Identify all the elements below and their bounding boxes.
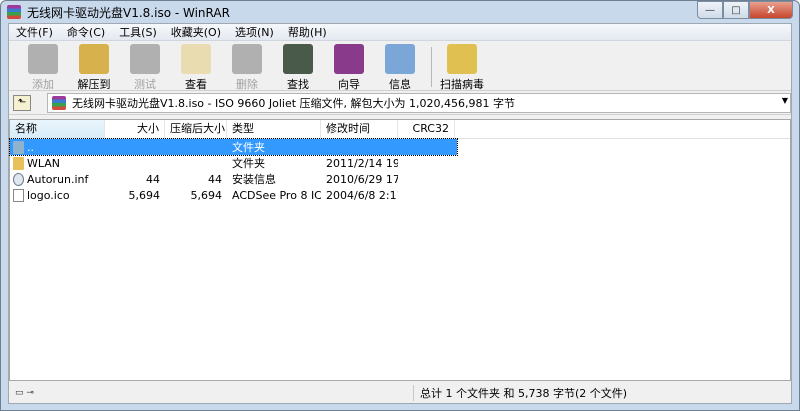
test-button[interactable]: 测试 bbox=[123, 44, 167, 92]
status-bar: ▭ ⊸ 总计 1 个文件夹 和 5,738 字节(2 个文件) bbox=[9, 383, 791, 403]
minimize-button[interactable]: — bbox=[697, 1, 723, 19]
info-icon bbox=[385, 44, 415, 74]
file-list: 名称 大小 压缩后大小 类型 修改时间 CRC32 .. 文件夹 WLAN 文件… bbox=[9, 119, 791, 381]
address-bar: ⬑ 无线网卡驱动光盘V1.8.iso - ISO 9660 Joliet 压缩文… bbox=[9, 91, 791, 115]
column-name[interactable]: 名称 bbox=[10, 120, 105, 138]
wizard-label: 向导 bbox=[338, 78, 360, 91]
file-icon bbox=[13, 172, 24, 186]
info-button[interactable]: 信息 bbox=[378, 44, 422, 92]
scan-virus-icon bbox=[447, 44, 477, 74]
file-modified: 2004/6/8 2:11 bbox=[326, 188, 398, 202]
winrar-window: 无线网卡驱动光盘V1.8.iso - WinRAR — □ X 文件(F) 命令… bbox=[0, 0, 800, 411]
view-button[interactable]: 查看 bbox=[174, 44, 218, 92]
folder-icon bbox=[13, 140, 24, 154]
title-bar: 无线网卡驱动光盘V1.8.iso - WinRAR bbox=[7, 1, 799, 23]
path-field[interactable]: 无线网卡驱动光盘V1.8.iso - ISO 9660 Joliet 压缩文件,… bbox=[47, 92, 791, 113]
scan-virus-label: 扫描病毒 bbox=[440, 78, 484, 91]
file-name: Autorun.inf bbox=[27, 172, 89, 186]
column-packed[interactable]: 压缩后大小 bbox=[165, 120, 227, 138]
file-type: ACDSee Pro 8 IC... bbox=[232, 188, 321, 202]
find-button[interactable]: 查找 bbox=[276, 44, 320, 92]
add-button[interactable]: 添加 bbox=[21, 44, 65, 92]
scan-virus-button[interactable]: 扫描病毒 bbox=[440, 44, 484, 92]
file-type: 文件夹 bbox=[232, 141, 265, 154]
test-label: 测试 bbox=[134, 78, 156, 91]
extract-to-icon bbox=[79, 44, 109, 74]
find-label: 查找 bbox=[287, 78, 309, 91]
file-packed-size: 44 bbox=[208, 172, 222, 186]
delete-icon bbox=[232, 44, 262, 74]
menu-favorites[interactable]: 收藏夹(O) bbox=[164, 24, 228, 40]
delete-button[interactable]: 删除 bbox=[225, 44, 269, 92]
menu-commands[interactable]: 命令(C) bbox=[60, 24, 112, 40]
folder-icon bbox=[13, 156, 24, 170]
file-size: 44 bbox=[146, 172, 160, 186]
column-type[interactable]: 类型 bbox=[227, 120, 321, 138]
file-size: 5,694 bbox=[128, 188, 161, 202]
maximize-button[interactable]: □ bbox=[723, 1, 749, 19]
file-row[interactable]: WLAN 文件夹 2011/2/14 19... bbox=[10, 155, 790, 171]
archive-icon bbox=[52, 95, 66, 110]
view-label: 查看 bbox=[185, 78, 207, 91]
file-name: WLAN bbox=[27, 156, 61, 170]
toolbar-separator bbox=[431, 47, 432, 87]
file-row[interactable]: Autorun.inf 44 44 安装信息 2010/6/29 17... bbox=[10, 171, 790, 187]
menu-bar: 文件(F) 命令(C) 工具(S) 收藏夹(O) 选项(N) 帮助(H) bbox=[9, 24, 791, 41]
winrar-app-icon bbox=[7, 5, 21, 19]
column-size[interactable]: 大小 bbox=[105, 120, 165, 138]
wizard-icon bbox=[334, 44, 364, 74]
info-label: 信息 bbox=[389, 78, 411, 91]
column-modified[interactable]: 修改时间 bbox=[321, 120, 398, 138]
add-label: 添加 bbox=[32, 78, 54, 91]
drive-key-icons: ▭ ⊸ bbox=[15, 388, 34, 398]
column-crc32[interactable]: CRC32 bbox=[398, 120, 455, 138]
file-type: 安装信息 bbox=[232, 173, 276, 186]
file-packed-size: 5,694 bbox=[190, 188, 223, 202]
view-icon bbox=[181, 44, 211, 74]
file-name: logo.ico bbox=[27, 188, 70, 202]
window-title: 无线网卡驱动光盘V1.8.iso - WinRAR bbox=[27, 5, 230, 20]
file-row[interactable]: .. 文件夹 bbox=[9, 138, 458, 156]
file-icon bbox=[13, 188, 24, 202]
up-folder-button[interactable]: ⬑ bbox=[13, 94, 31, 111]
menu-help[interactable]: 帮助(H) bbox=[281, 24, 334, 40]
toolbar: 添加 解压到 测试 查看 删除 查找 向导 信息 扫描病毒 bbox=[9, 41, 791, 91]
chevron-down-icon[interactable]: ▼ bbox=[782, 96, 788, 105]
path-text: 无线网卡驱动光盘V1.8.iso - ISO 9660 Joliet 压缩文件,… bbox=[72, 96, 515, 110]
menu-file[interactable]: 文件(F) bbox=[9, 24, 60, 40]
add-icon bbox=[28, 44, 58, 74]
file-modified: 2011/2/14 19... bbox=[326, 156, 398, 170]
test-icon bbox=[130, 44, 160, 74]
file-row[interactable]: logo.ico 5,694 5,694 ACDSee Pro 8 IC... … bbox=[10, 187, 790, 203]
extract-to-button[interactable]: 解压到 bbox=[72, 44, 116, 92]
delete-label: 删除 bbox=[236, 78, 258, 91]
find-icon bbox=[283, 44, 313, 74]
menu-tools[interactable]: 工具(S) bbox=[112, 24, 164, 40]
file-modified: 2010/6/29 17... bbox=[326, 172, 398, 186]
file-name: .. bbox=[27, 140, 34, 154]
wizard-button[interactable]: 向导 bbox=[327, 44, 371, 92]
menu-options[interactable]: 选项(N) bbox=[228, 24, 281, 40]
list-header: 名称 大小 压缩后大小 类型 修改时间 CRC32 bbox=[10, 120, 790, 139]
status-summary: 总计 1 个文件夹 和 5,738 字节(2 个文件) bbox=[413, 385, 791, 401]
extract-to-label: 解压到 bbox=[77, 78, 111, 91]
close-button[interactable]: X bbox=[749, 1, 793, 19]
file-type: 文件夹 bbox=[232, 157, 265, 170]
